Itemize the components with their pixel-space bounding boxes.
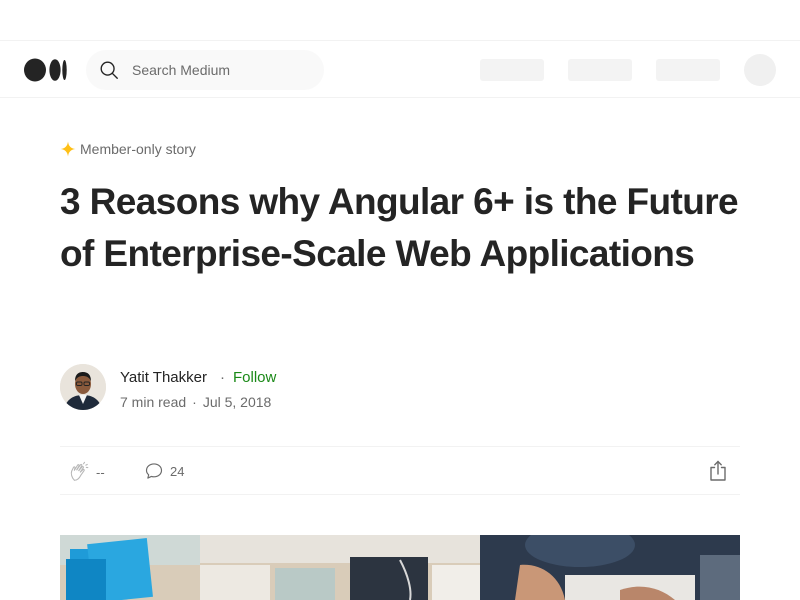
article-meta: 7 min read · Jul 5, 2018 (120, 394, 277, 410)
medium-logo-icon[interactable] (24, 58, 68, 82)
top-blank-bar (0, 0, 800, 40)
star-icon (60, 141, 76, 157)
article-title: 3 Reasons why Angular 6+ is the Future o… (60, 181, 739, 274)
nav-placeholder-signup[interactable] (568, 59, 632, 81)
hero-image (60, 535, 740, 600)
top-navbar (0, 40, 800, 98)
clap-icon[interactable] (68, 461, 90, 483)
meta-separator: · (192, 394, 197, 410)
nav-placeholder-write[interactable] (480, 59, 544, 81)
speech-bubble-icon[interactable] (144, 461, 164, 481)
response-count: 24 (170, 463, 185, 479)
author-name[interactable]: Yatit Thakker (120, 369, 207, 386)
search-icon[interactable] (98, 59, 120, 81)
share-icon[interactable] (706, 459, 730, 483)
clap-button[interactable]: -- (68, 461, 105, 483)
member-only-badge: Member-only story (60, 140, 196, 158)
read-time: 7 min read (120, 394, 187, 410)
byline-separator: · (220, 369, 225, 386)
author-avatar[interactable] (60, 364, 106, 410)
article-action-bar: -- 24 (60, 446, 740, 495)
search-input[interactable] (132, 62, 302, 78)
responses-button[interactable]: 24 (144, 461, 184, 481)
clap-count: -- (96, 464, 105, 480)
nav-placeholder-signin[interactable] (656, 59, 720, 81)
nav-avatar[interactable] (744, 54, 776, 86)
search-bar[interactable] (86, 50, 324, 90)
follow-button[interactable]: Follow (233, 369, 276, 386)
member-only-label: Member-only story (80, 141, 196, 157)
publish-date: Jul 5, 2018 (202, 394, 272, 410)
